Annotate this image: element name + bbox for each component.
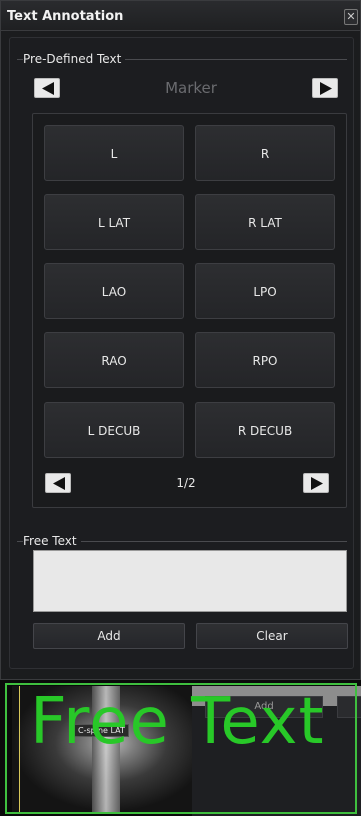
category-label: Marker (165, 79, 217, 97)
predefined-button[interactable]: L LAT (44, 194, 184, 250)
image-viewer-preview: Add C-spine LAT Free Text (0, 680, 361, 816)
add-button[interactable]: Add (33, 623, 185, 649)
predefined-button[interactable]: R (195, 125, 335, 181)
free-text-section-label: Free Text (23, 534, 81, 548)
category-prev-button[interactable] (34, 78, 60, 98)
page-next-button[interactable] (303, 473, 329, 493)
page-indicator: 1/2 (176, 476, 196, 490)
predefined-button[interactable]: LPO (195, 263, 335, 319)
predefined-button[interactable]: RAO (44, 332, 184, 388)
free-text-input[interactable] (33, 550, 347, 612)
predefined-button[interactable]: L (44, 125, 184, 181)
triangle-right-icon (320, 82, 332, 95)
predefined-button[interactable]: RPO (195, 332, 335, 388)
title-bar: Text Annotation ✕ (1, 1, 360, 31)
predefined-section-label: Pre-Defined Text (23, 52, 126, 66)
text-annotation-window: Text Annotation ✕ Pre-Defined Text Marke… (0, 0, 361, 680)
triangle-right-icon (311, 477, 323, 490)
triangle-left-icon (53, 477, 65, 490)
clear-button[interactable]: Clear (196, 623, 348, 649)
page-prev-button[interactable] (45, 473, 71, 493)
predefined-button[interactable]: L DECUB (44, 402, 184, 458)
predefined-button[interactable]: LAO (44, 263, 184, 319)
window-title: Text Annotation (7, 9, 124, 24)
category-next-button[interactable] (312, 78, 338, 98)
triangle-left-icon (42, 82, 54, 95)
close-icon[interactable]: ✕ (344, 9, 358, 25)
predefined-button[interactable]: R DECUB (195, 402, 335, 458)
predefined-button[interactable]: R LAT (195, 194, 335, 250)
viewport-frame (5, 683, 357, 814)
